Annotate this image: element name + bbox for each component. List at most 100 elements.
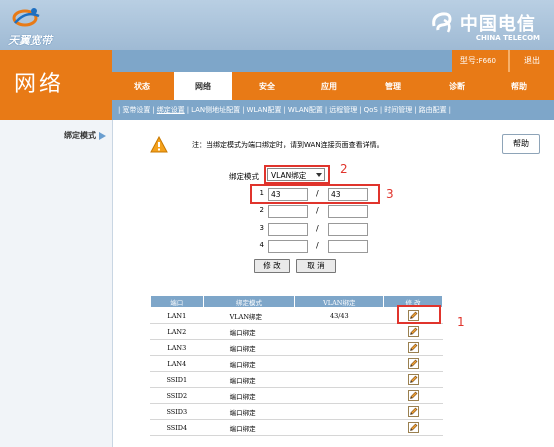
model-bar: 型号:F660 退出 [112, 50, 554, 72]
arrow-right-icon [99, 131, 106, 140]
edit-icon[interactable] [407, 406, 419, 417]
annotation-box-2 [264, 165, 330, 184]
table-row: LAN4 端口绑定 [150, 355, 443, 372]
binding-mode-label: 绑定模式 [229, 172, 259, 181]
china-telecom-logo: 中国电信 CHINA TELECOM [432, 10, 540, 42]
edit-cell [383, 371, 443, 388]
port-cell: SSID1 [150, 371, 204, 388]
port-cell: LAN1 [150, 307, 204, 324]
tianyi-logo-text: 天翼宽带 [8, 34, 52, 47]
vlan-cell [294, 403, 384, 420]
mode-cell: 端口绑定 [202, 387, 295, 404]
edit-icon[interactable] [407, 342, 419, 353]
section-header: 网络 [0, 50, 112, 120]
mode-cell: 端口绑定 [202, 323, 295, 340]
annotation-box-1 [397, 305, 441, 324]
table-row: LAN3 端口绑定 [150, 339, 443, 356]
nav-network[interactable]: 网络 [174, 72, 232, 100]
tianyi-broadband-logo: 天翼宽带 [4, 4, 114, 47]
mode-cell: 端口绑定 [202, 355, 295, 372]
mode-cell: 端口绑定 [202, 371, 295, 388]
port-cell: SSID4 [150, 419, 204, 436]
subnav-wlan-2[interactable]: WLAN配置 [288, 106, 323, 114]
mode-cell: 端口绑定 [202, 419, 295, 436]
port-cell: LAN3 [150, 339, 204, 356]
subnav-qos[interactable]: QoS [364, 106, 378, 114]
vlan-input-left[interactable] [268, 205, 308, 218]
vlan-cell [294, 339, 384, 356]
vlan-input-right[interactable] [328, 240, 368, 253]
vlan-input-right[interactable] [328, 223, 368, 236]
nav-diagnose[interactable]: 诊断 [428, 72, 486, 100]
section-title: 网络 [14, 72, 65, 97]
edit-icon[interactable] [407, 326, 419, 337]
col-header-port: 端口 [150, 295, 204, 308]
edit-icon[interactable] [407, 374, 419, 385]
edit-cell [383, 387, 443, 404]
subnav-broadband[interactable]: 宽带设置 [122, 106, 150, 114]
annotation-number-1: 1 [457, 315, 465, 329]
annotation-number-2: 2 [340, 162, 348, 176]
binding-note: 注：当绑定模式为端口绑定时，请到WAN连接页面查看详情。 [192, 141, 384, 149]
table-row: SSID3 端口绑定 [150, 403, 443, 420]
mode-cell: 端口绑定 [202, 339, 295, 356]
annotation-number-3: 3 [386, 187, 394, 201]
logout-button[interactable]: 退出 [508, 50, 554, 72]
nav-management[interactable]: 管理 [364, 72, 422, 100]
vlan-cell: 43/43 [294, 307, 384, 324]
vlan-row-index: 4 [259, 241, 264, 249]
vlan-input-left[interactable] [268, 240, 308, 253]
subnav-route[interactable]: 路由配置 [419, 106, 447, 114]
main-nav: 状态 网络 安全 应用 管理 诊断 帮助 [112, 72, 554, 100]
vlan-cell [294, 371, 384, 388]
table-row: SSID2 端口绑定 [150, 387, 443, 404]
modify-button[interactable]: 修 改 [254, 259, 290, 273]
subnav-wlan-1[interactable]: WLAN配置 [247, 106, 282, 114]
col-header-mode: 绑定模式 [202, 295, 296, 308]
help-button[interactable]: 帮助 [502, 134, 540, 154]
vlan-input-left[interactable] [268, 223, 308, 236]
nav-application[interactable]: 应用 [300, 72, 358, 100]
edit-icon[interactable] [407, 358, 419, 369]
table-row: SSID4 端口绑定 [150, 419, 443, 436]
edit-cell [383, 419, 443, 436]
subnav-time[interactable]: 时间管理 [384, 106, 412, 114]
mode-cell: VLAN绑定 [202, 307, 295, 324]
cancel-button[interactable]: 取 消 [296, 259, 336, 273]
subnav-remote[interactable]: 远程管理 [329, 106, 357, 114]
subnav-binding[interactable]: 绑定设置 [157, 106, 185, 114]
port-cell: SSID3 [150, 403, 204, 420]
nav-security[interactable]: 安全 [238, 72, 296, 100]
edit-cell [383, 323, 443, 340]
model-value: F660 [478, 57, 496, 65]
annotation-box-3 [250, 184, 380, 204]
sub-nav: | 宽带设置 | 绑定设置 | LAN侧地址配置 | WLAN配置 | WLAN配置 | 远程管理 | Q… [112, 100, 554, 120]
vlan-row-index: 3 [259, 224, 264, 232]
nav-status[interactable]: 状态 [112, 72, 172, 100]
vlan-row: 4 / [254, 240, 374, 254]
edit-cell [383, 339, 443, 356]
vlan-separator: / [316, 224, 319, 233]
vlan-cell [294, 387, 384, 404]
mode-cell: 端口绑定 [202, 403, 295, 420]
model-badge: 型号:F660 [451, 50, 508, 72]
sidebar-item-label: 绑定模式 [64, 131, 96, 140]
tianyi-logo-icon [12, 8, 40, 27]
subnav-lan-address[interactable]: LAN侧地址配置 [191, 106, 240, 114]
vlan-cell [294, 419, 384, 436]
vlan-separator: / [316, 241, 319, 250]
nav-help[interactable]: 帮助 [490, 72, 548, 100]
edit-icon[interactable] [407, 390, 419, 401]
vlan-row: 3 / [254, 223, 374, 237]
china-telecom-en: CHINA TELECOM [475, 34, 540, 42]
edit-icon[interactable] [407, 422, 419, 433]
sidebar: 绑定模式 [0, 120, 113, 447]
vlan-cell [294, 355, 384, 372]
port-cell: SSID2 [150, 387, 204, 404]
model-label: 型号: [459, 56, 479, 65]
edit-cell [383, 355, 443, 372]
edit-cell [383, 403, 443, 420]
vlan-input-right[interactable] [328, 205, 368, 218]
port-cell: LAN2 [150, 323, 204, 340]
sidebar-item-binding-mode[interactable]: 绑定模式 [64, 130, 106, 141]
